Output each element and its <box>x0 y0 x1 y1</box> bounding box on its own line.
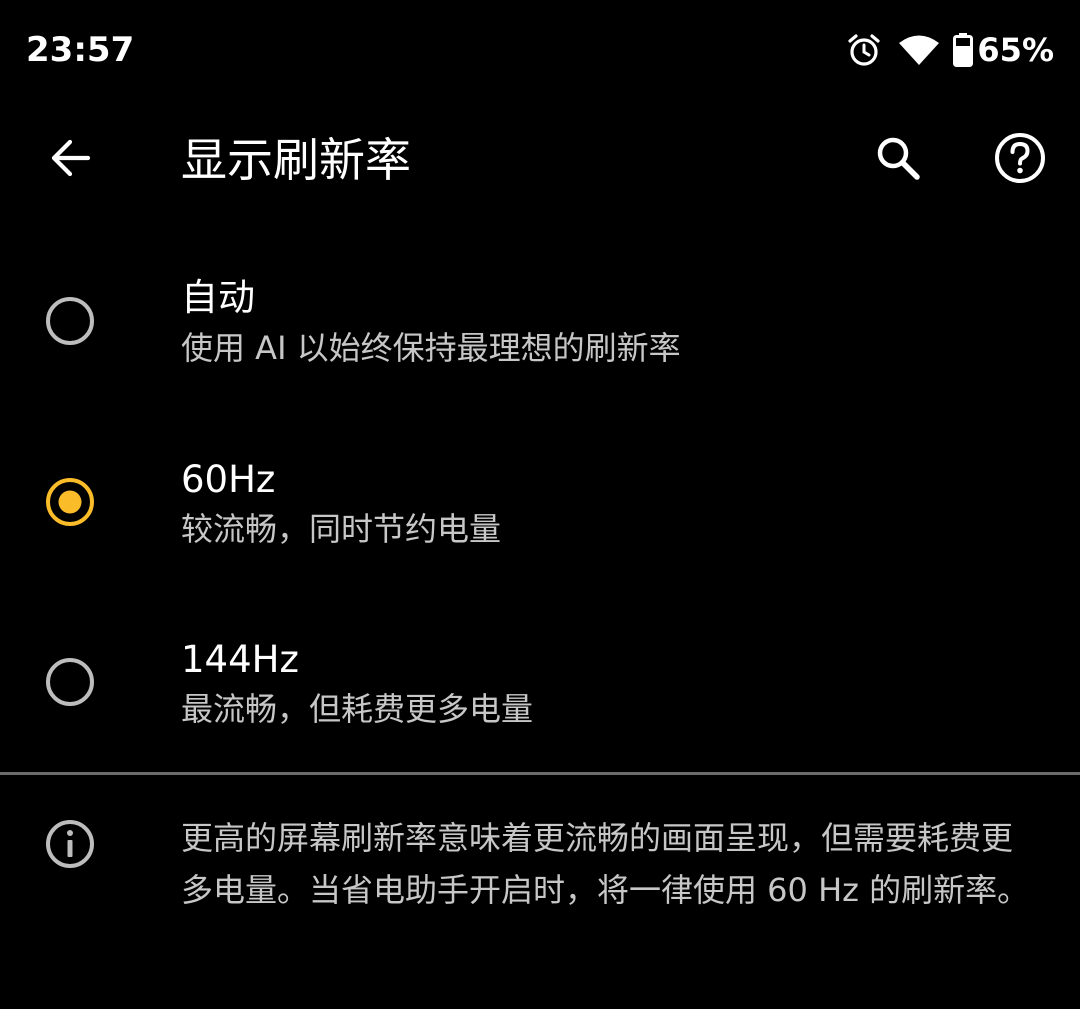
page-title: 显示刷新率 <box>181 133 411 187</box>
radio-unchecked-icon[interactable] <box>44 656 96 708</box>
help-button[interactable] <box>980 120 1060 200</box>
help-icon <box>994 132 1046 188</box>
option-summary: 最流畅，但耗费更多电量 <box>181 690 534 728</box>
app-bar: 显示刷新率 <box>0 100 1080 220</box>
battery-icon <box>953 33 974 67</box>
radio-checked-icon[interactable] <box>44 476 96 528</box>
status-icons: 65% <box>847 28 1054 72</box>
battery-percent: 65% <box>977 31 1054 69</box>
search-button[interactable] <box>858 120 938 200</box>
option-title: 60Hz <box>181 458 276 501</box>
wifi-icon <box>899 34 940 66</box>
info-icon <box>44 818 96 870</box>
footer-info-text: 更高的屏幕刷新率意味着更流畅的画面呈现，但需要耗费更多电量。当省电助手开启时，将… <box>181 819 1030 909</box>
option-summary: 较流畅，同时节约电量 <box>181 510 502 548</box>
option-60hz[interactable]: 60Hz 较流畅，同时节约电量 <box>0 414 1080 590</box>
option-summary: 使用 AI 以始终保持最理想的刷新率 <box>181 329 681 367</box>
status-time: 23:57 <box>26 30 135 70</box>
option-title: 自动 <box>181 276 255 319</box>
option-144hz[interactable]: 144Hz 最流畅，但耗费更多电量 <box>0 594 1080 770</box>
divider <box>0 772 1080 775</box>
option-auto[interactable]: 自动 使用 AI 以始终保持最理想的刷新率 <box>0 234 1080 410</box>
status-bar: 23:57 65% <box>0 0 1080 100</box>
option-title: 144Hz <box>181 638 299 681</box>
arrow-back-icon <box>48 136 92 184</box>
back-button[interactable] <box>30 120 110 200</box>
radio-unchecked-icon[interactable] <box>44 295 96 347</box>
alarm-icon <box>847 33 881 67</box>
search-icon <box>874 134 922 186</box>
